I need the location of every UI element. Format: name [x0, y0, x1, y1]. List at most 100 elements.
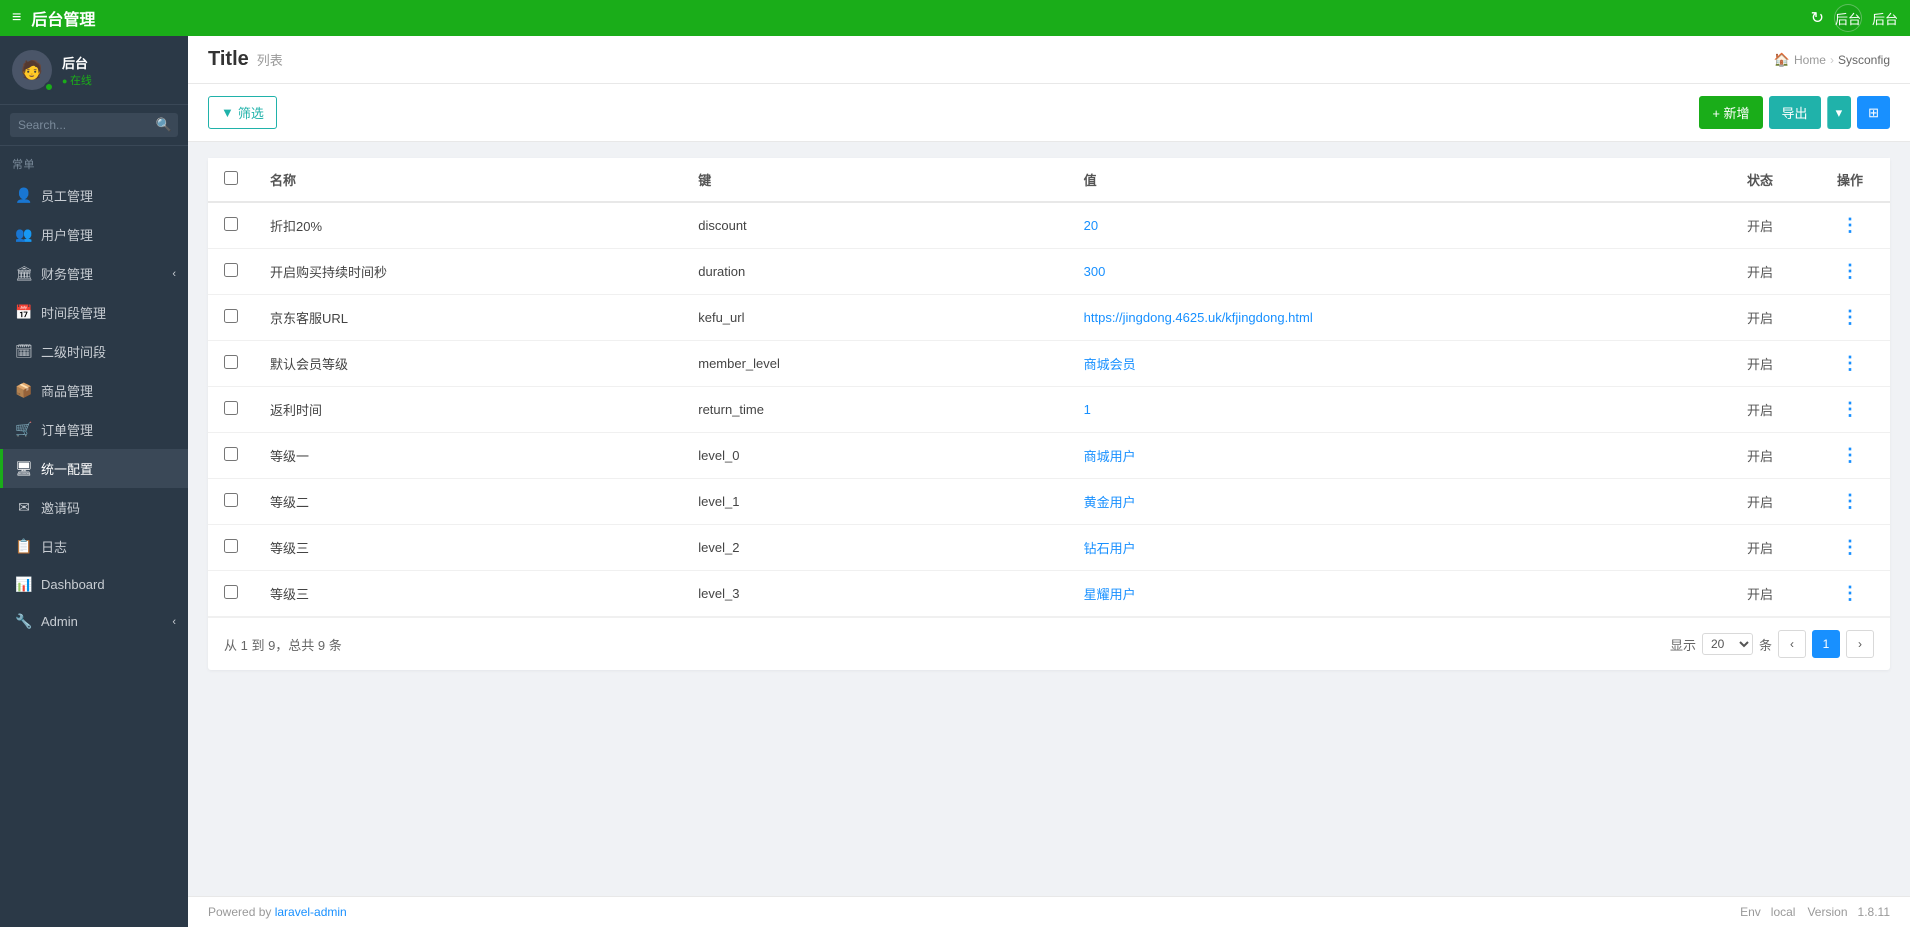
row-status: 开启 [1710, 202, 1810, 249]
row-checkbox[interactable] [224, 585, 238, 599]
sidebar-item-goods[interactable]: 📦 商品管理 [0, 371, 188, 410]
table-config-button[interactable]: ⊞ [1857, 96, 1890, 129]
row-value: 钻石用户 [1068, 525, 1710, 571]
row-name: 等级三 [254, 571, 682, 617]
breadcrumb-home-link[interactable]: Home [1794, 53, 1826, 67]
prev-page-button[interactable]: ‹ [1778, 630, 1806, 658]
value-link[interactable]: https://jingdong.4625.uk/kfjingdong.html [1084, 310, 1313, 325]
table-row: 默认会员等级 member_level 商城会员 开启 ⋮ [208, 341, 1890, 387]
row-checkbox[interactable] [224, 493, 238, 507]
value-link[interactable]: 星耀用户 [1084, 587, 1136, 602]
row-checkbox-cell [208, 341, 254, 387]
row-value: https://jingdong.4625.uk/kfjingdong.html [1068, 295, 1710, 341]
sidebar-item-log[interactable]: 📋 日志 [0, 527, 188, 566]
row-value: 黄金用户 [1068, 479, 1710, 525]
action-menu-button[interactable]: ⋮ [1841, 491, 1859, 511]
sidebar-item-dashboard[interactable]: 📊 Dashboard [0, 566, 188, 603]
sidebar-item-order[interactable]: 🛒 订单管理 [0, 410, 188, 449]
timeslot-icon: 📅 [15, 304, 33, 321]
filter-icon: ▼ [221, 105, 234, 120]
value-link[interactable]: 黄金用户 [1084, 495, 1136, 510]
refresh-icon[interactable]: ↻ [1811, 8, 1824, 28]
action-menu-button[interactable]: ⋮ [1841, 353, 1859, 373]
goods-icon: 📦 [15, 382, 33, 399]
row-checkbox-cell [208, 479, 254, 525]
search-icon[interactable]: 🔍 [156, 117, 172, 133]
breadcrumb-current: Sysconfig [1838, 53, 1890, 67]
value-link[interactable]: 商城用户 [1084, 449, 1136, 464]
action-menu-button[interactable]: ⋮ [1841, 583, 1859, 603]
sidebar-item-label: 财务管理 [41, 264, 93, 283]
row-checkbox-cell [208, 202, 254, 249]
row-checkbox[interactable] [224, 263, 238, 277]
sidebar-item-admin[interactable]: 🔧 Admin ‹ [0, 603, 188, 640]
row-action: ⋮ [1810, 387, 1890, 433]
version-value: 1.8.11 [1858, 905, 1890, 919]
row-checkbox-cell [208, 387, 254, 433]
arrow-icon: ‹ [172, 268, 176, 280]
sidebar-item-user[interactable]: 👥 用户管理 [0, 215, 188, 254]
table-row: 等级三 level_2 钻石用户 开启 ⋮ [208, 525, 1890, 571]
action-menu-button[interactable]: ⋮ [1841, 261, 1859, 281]
export-dropdown-button[interactable]: ▾ [1827, 96, 1852, 129]
col-action-header: 操作 [1810, 158, 1890, 202]
table-row: 折扣20% discount 20 开启 ⋮ [208, 202, 1890, 249]
row-checkbox[interactable] [224, 539, 238, 553]
row-checkbox[interactable] [224, 401, 238, 415]
search-input[interactable] [10, 113, 178, 137]
action-menu-button[interactable]: ⋮ [1841, 307, 1859, 327]
action-menu-button[interactable]: ⋮ [1841, 399, 1859, 419]
profile-status: 在线 [62, 72, 92, 88]
content-area: Title 列表 🏠 Home › Sysconfig ▼ 筛选 + 新增 导出 [188, 36, 1910, 927]
sidebar-item-invite[interactable]: ✉ 邀请码 [0, 488, 188, 527]
action-menu-button[interactable]: ⋮ [1841, 215, 1859, 235]
value-link[interactable]: 20 [1084, 218, 1098, 233]
value-link[interactable]: 钻石用户 [1084, 541, 1136, 556]
row-checkbox-cell [208, 433, 254, 479]
select-all-checkbox[interactable] [224, 171, 238, 185]
row-checkbox[interactable] [224, 217, 238, 231]
page-1-button[interactable]: 1 [1812, 630, 1840, 658]
page-size-select[interactable]: 10 20 30 50 100 [1702, 633, 1753, 655]
header-left: ≡ 后台管理 [12, 6, 95, 30]
value-link[interactable]: 1 [1084, 402, 1091, 417]
user-label: 后台 [1835, 9, 1861, 28]
row-checkbox[interactable] [224, 309, 238, 323]
action-menu-button[interactable]: ⋮ [1841, 537, 1859, 557]
sidebar-section-label: 常单 [0, 146, 188, 176]
sysconfig-icon: 🖥 [15, 460, 33, 477]
page-title-area: Title 列表 [208, 48, 283, 71]
row-action: ⋮ [1810, 571, 1890, 617]
value-link[interactable]: 商城会员 [1084, 357, 1136, 372]
row-name: 开启购买持续时间秒 [254, 249, 682, 295]
filter-button[interactable]: ▼ 筛选 [208, 96, 277, 129]
row-checkbox[interactable] [224, 355, 238, 369]
next-page-button[interactable]: › [1846, 630, 1874, 658]
row-action: ⋮ [1810, 433, 1890, 479]
export-button[interactable]: 导出 [1769, 96, 1821, 129]
table-row: 返利时间 return_time 1 开启 ⋮ [208, 387, 1890, 433]
sidebar-item-staff[interactable]: 👤 员工管理 [0, 176, 188, 215]
sidebar-item-finance[interactable]: 🏛 财务管理 ‹ [0, 254, 188, 293]
row-status: 开启 [1710, 249, 1810, 295]
sidebar-item-timeslot2[interactable]: 🗓 二级时间段 [0, 332, 188, 371]
footer-left: Powered by laravel-admin [208, 905, 347, 919]
new-button[interactable]: + 新增 [1699, 96, 1762, 129]
hamburger-icon[interactable]: ≡ [12, 9, 21, 27]
table-body: 折扣20% discount 20 开启 ⋮ 开启购买持续时间秒 duratio… [208, 202, 1890, 617]
laravel-admin-link[interactable]: laravel-admin [275, 905, 347, 919]
row-name: 等级三 [254, 525, 682, 571]
profile-info: 后台 在线 [62, 53, 92, 88]
user-avatar[interactable]: 后台 [1834, 4, 1862, 32]
value-link[interactable]: 300 [1084, 264, 1106, 279]
sidebar-item-timeslot[interactable]: 📅 时间段管理 [0, 293, 188, 332]
row-value: 商城会员 [1068, 341, 1710, 387]
sidebar-item-label: 日志 [41, 537, 67, 556]
sidebar-item-sysconfig[interactable]: 🖥 统一配置 [0, 449, 188, 488]
row-checkbox[interactable] [224, 447, 238, 461]
row-action: ⋮ [1810, 525, 1890, 571]
row-status: 开启 [1710, 525, 1810, 571]
action-menu-button[interactable]: ⋮ [1841, 445, 1859, 465]
pagination-right: 显示 10 20 30 50 100 条 ‹ 1 › [1670, 630, 1874, 658]
online-badge [44, 82, 54, 92]
